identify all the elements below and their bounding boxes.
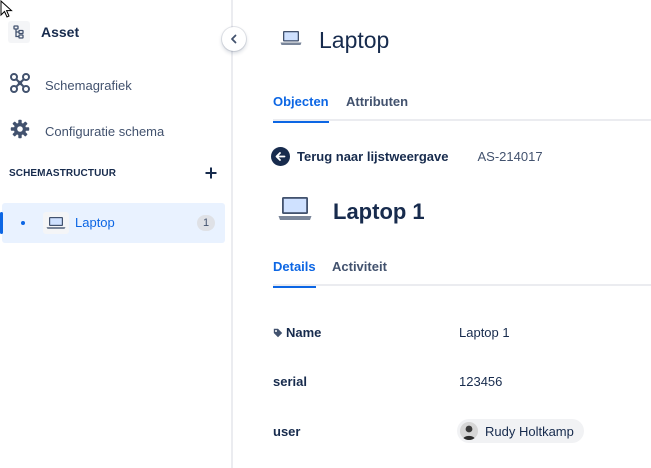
- avatar-icon: [460, 422, 478, 440]
- arrow-left-icon: [271, 146, 290, 166]
- attribute-value-name: Laptop 1: [459, 325, 510, 340]
- tag-icon: [273, 328, 283, 338]
- page-title: Laptop: [319, 27, 390, 53]
- object-type-tabs: Objecten Attributen: [273, 93, 651, 123]
- user-chip[interactable]: Rudy Holtkamp: [457, 419, 584, 443]
- attribute-label-text: serial: [273, 374, 307, 389]
- attribute-label-text: Name: [286, 325, 322, 340]
- back-to-list-button[interactable]: Terug naar lijstweergave: [271, 146, 449, 166]
- sidebar-item-label: Configuratie schema: [45, 123, 165, 139]
- laptop-icon: [43, 212, 69, 234]
- chevron-left-icon: [231, 34, 237, 44]
- attribute-label-name: Name: [273, 325, 321, 340]
- attribute-label-user: user: [273, 424, 300, 439]
- gear-icon: [10, 119, 30, 144]
- mouse-cursor-icon: [0, 0, 13, 18]
- sidebar-brand[interactable]: Asset: [8, 20, 79, 44]
- laptop-icon: [280, 30, 302, 51]
- sidebar: Asset Schemagrafiek Configuratie schema …: [0, 0, 233, 468]
- tab-objecten[interactable]: Objecten: [273, 93, 329, 123]
- tree-bullet: [21, 221, 25, 225]
- graph-icon: [10, 72, 30, 98]
- schema-tree-icon: [8, 21, 30, 43]
- tree-item-count: 1: [197, 215, 215, 231]
- main-content: Laptop Objecten Attributen Terug naar li…: [235, 0, 651, 468]
- sidebar-item-label: Schemagrafiek: [45, 77, 132, 93]
- tab-activiteit[interactable]: Activiteit: [332, 258, 387, 286]
- add-object-type-button[interactable]: [203, 165, 219, 181]
- laptop-icon: [278, 196, 312, 227]
- tab-details[interactable]: Details: [273, 258, 316, 288]
- tree-item-label: Laptop: [75, 215, 115, 230]
- user-chip-label: Rudy Holtkamp: [485, 423, 574, 439]
- object-key: AS-214017: [477, 148, 543, 164]
- object-detail-tabs: Details Activiteit: [273, 258, 651, 288]
- object-title: Laptop 1: [333, 199, 425, 224]
- tree-item-laptop[interactable]: Laptop 1: [0, 203, 225, 243]
- collapse-sidebar-button[interactable]: [222, 27, 246, 51]
- attribute-value-serial: 123456: [459, 374, 503, 389]
- plus-icon: [205, 167, 217, 179]
- object-header-row: Terug naar lijstweergave AS-214017: [271, 146, 543, 166]
- sidebar-brand-label: Asset: [41, 24, 80, 40]
- attribute-label-serial: serial: [273, 374, 307, 389]
- schema-structure-header: SCHEMASTRUCTUUR: [9, 165, 219, 181]
- tab-attributen[interactable]: Attributen: [346, 93, 408, 121]
- attribute-label-text: user: [273, 424, 301, 439]
- section-title: SCHEMASTRUCTUUR: [9, 167, 117, 179]
- back-to-list-label: Terug naar lijstweergave: [297, 148, 449, 164]
- sidebar-item-schemagrafiek[interactable]: Schemagrafiek: [10, 72, 132, 98]
- sidebar-item-configuratie-schema[interactable]: Configuratie schema: [10, 119, 165, 144]
